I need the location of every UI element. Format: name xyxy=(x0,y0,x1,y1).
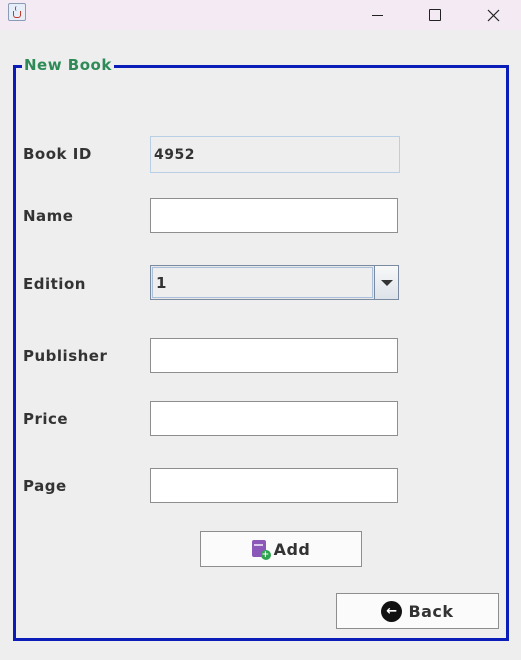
publisher-label: Publisher xyxy=(23,347,108,365)
minimize-button[interactable] xyxy=(354,0,400,30)
close-button[interactable] xyxy=(470,0,516,30)
chevron-down-icon xyxy=(380,279,393,286)
add-book-icon: + xyxy=(251,540,271,560)
price-input[interactable] xyxy=(150,401,398,436)
dropdown-button[interactable] xyxy=(374,266,398,299)
add-button-label: Add xyxy=(273,539,311,559)
maximize-icon xyxy=(429,9,441,21)
edition-label: Edition xyxy=(23,275,86,293)
maximize-button[interactable] xyxy=(412,0,458,30)
book-id-field: 4952 xyxy=(150,136,400,173)
panel-title: New Book xyxy=(22,56,114,74)
java-icon[interactable] xyxy=(8,3,26,21)
name-input[interactable] xyxy=(150,198,398,233)
name-label: Name xyxy=(23,207,74,225)
page-input[interactable] xyxy=(150,468,398,503)
book-id-label: Book ID xyxy=(23,145,92,163)
page-label: Page xyxy=(23,477,67,495)
title-bar xyxy=(0,0,521,30)
back-button-label: Back xyxy=(408,601,454,621)
edition-value: 1 xyxy=(152,267,373,298)
back-arrow-icon: ← xyxy=(381,600,403,622)
price-label: Price xyxy=(23,410,69,428)
back-button[interactable]: ← Back xyxy=(336,593,499,629)
publisher-input[interactable] xyxy=(150,338,398,373)
close-icon xyxy=(487,9,499,21)
add-button[interactable]: + Add xyxy=(200,531,362,567)
minimize-icon xyxy=(371,14,383,16)
edition-select[interactable]: 1 xyxy=(150,265,399,300)
